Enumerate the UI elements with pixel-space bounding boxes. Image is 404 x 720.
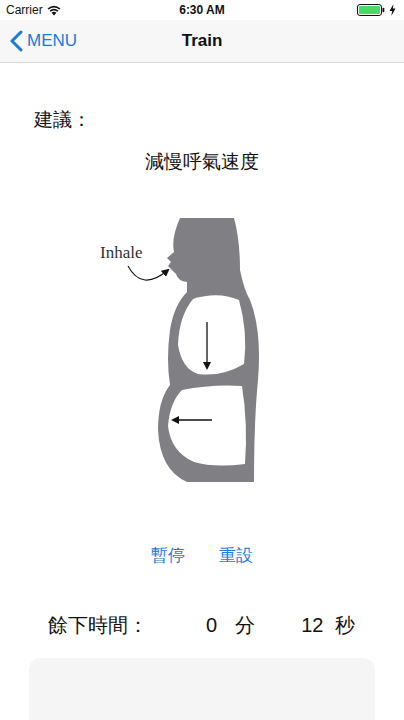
seconds-value: 12 [301, 611, 323, 639]
timer: 餘下時間： 0 分 12 秒 [0, 611, 404, 639]
carrier-label: Carrier [6, 1, 43, 19]
wifi-icon [47, 5, 61, 16]
battery-fill [359, 6, 380, 14]
battery [357, 4, 396, 16]
body-silhouette-icon: Inhale [82, 208, 322, 488]
reset-button[interactable]: 重設 [219, 541, 253, 571]
breathing-figure: Inhale [0, 208, 404, 488]
minutes-unit: 分 [235, 611, 255, 639]
clock: 6:30 AM [0, 1, 404, 19]
action-buttons: 暫停 重設 [0, 541, 404, 571]
timer-label: 餘下時間： [48, 611, 148, 639]
suggestion-text: 減慢呼氣速度 [0, 150, 404, 174]
back-button[interactable]: MENU [0, 28, 77, 54]
inhale-label: Inhale [100, 243, 142, 262]
minutes-value: 0 [206, 611, 217, 639]
seconds-unit: 秒 [335, 611, 355, 639]
nav-title: Train [182, 28, 223, 54]
status-bar: Carrier 6:30 AM [0, 0, 404, 20]
suggestion-label: 建議： [0, 108, 404, 132]
bottom-panel [29, 658, 375, 720]
pause-button[interactable]: 暫停 [151, 541, 185, 571]
back-chevron-icon [10, 30, 23, 52]
nav-bar: MENU Train [0, 20, 404, 63]
screen: Carrier 6:30 AM MENU Train [0, 0, 404, 720]
charging-bolt-icon [389, 4, 396, 16]
back-label: MENU [27, 28, 77, 54]
battery-icon [357, 4, 385, 16]
